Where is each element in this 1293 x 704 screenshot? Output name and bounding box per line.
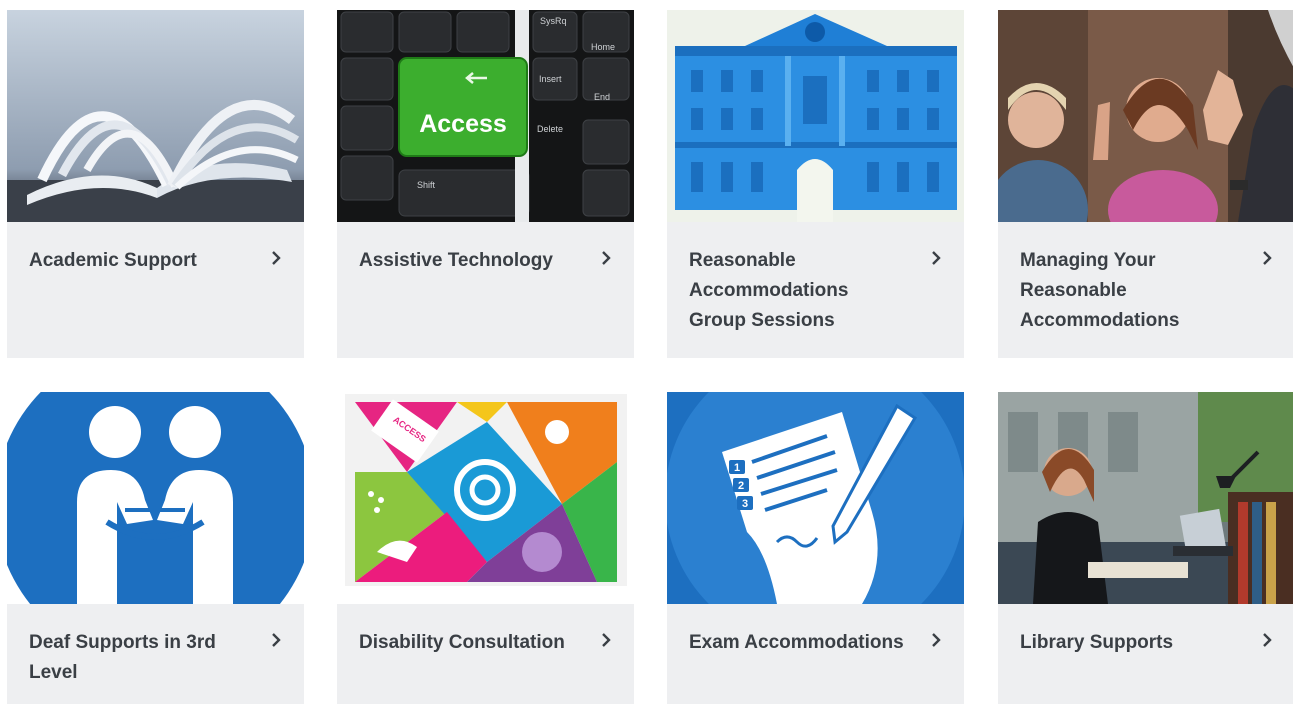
card-panel: Library Supports (998, 604, 1293, 704)
card-reasonable-accommodations-group-sessions[interactable]: Reasonable Accommodations Group Sessions (667, 10, 964, 358)
access-mosaic-illustration: ACCESS (337, 392, 634, 604)
card-assistive-technology[interactable]: Access SysRq Insert Home Delete End Shif… (337, 10, 634, 358)
delete-key-text: Delete (537, 124, 563, 134)
exam-number-1: 1 (734, 462, 740, 474)
exam-paper-illustration: 1 2 3 (667, 392, 964, 604)
shift-key-text: Shift (417, 180, 436, 190)
card-label[interactable]: Reasonable Accommodations Group Sessions (689, 246, 908, 336)
card-label[interactable]: Disability Consultation (359, 628, 578, 658)
card-panel: Assistive Technology (337, 222, 634, 358)
card-label[interactable]: Assistive Technology (359, 246, 578, 276)
chevron-right-icon[interactable] (600, 247, 614, 269)
card-panel: Exam Accommodations (667, 604, 964, 704)
home-key-text: Home (591, 42, 615, 52)
card-panel: Disability Consultation (337, 604, 634, 704)
building-image (667, 10, 964, 222)
card-label[interactable]: Managing Your Reasonable Accommodations (1020, 246, 1239, 336)
card-panel: Academic Support (7, 222, 304, 358)
card-deaf-supports[interactable]: Deaf Supports in 3rd Level (7, 392, 304, 704)
card-library-supports[interactable]: Library Supports (998, 392, 1293, 704)
card-panel: Reasonable Accommodations Group Sessions (667, 222, 964, 358)
services-grid: Academic Support Access SysRq Insert Hom… (0, 0, 1293, 704)
card-label[interactable]: Academic Support (29, 246, 248, 276)
student-library-image (998, 392, 1293, 604)
handshake-illustration (7, 392, 304, 604)
keyboard-image: Access SysRq Insert Home Delete End Shif… (337, 10, 634, 222)
sysrq-key-text: SysRq (540, 16, 567, 26)
chevron-right-icon[interactable] (1261, 629, 1275, 651)
chevron-right-icon[interactable] (1261, 247, 1275, 269)
people-conversation-image (998, 10, 1293, 222)
chevron-right-icon[interactable] (270, 629, 284, 651)
chevron-right-icon[interactable] (600, 629, 614, 651)
card-panel: Managing Your Reasonable Accommodations (998, 222, 1293, 358)
open-book-image (7, 10, 304, 222)
card-label[interactable]: Deaf Supports in 3rd Level (29, 628, 248, 688)
card-label[interactable]: Exam Accommodations (689, 628, 908, 658)
card-disability-consultation[interactable]: ACCESS Disability Consultation (337, 392, 634, 704)
chevron-right-icon[interactable] (270, 247, 284, 269)
chevron-right-icon[interactable] (930, 247, 944, 269)
insert-key-text: Insert (539, 74, 562, 84)
card-panel: Deaf Supports in 3rd Level (7, 604, 304, 704)
card-managing-your-reasonable-accommodations[interactable]: Managing Your Reasonable Accommodations (998, 10, 1293, 358)
card-exam-accommodations[interactable]: 1 2 3 Exam Accommodations (667, 392, 964, 704)
exam-number-3: 3 (742, 498, 748, 510)
card-academic-support[interactable]: Academic Support (7, 10, 304, 358)
exam-number-2: 2 (738, 480, 744, 492)
end-key-text: End (594, 92, 610, 102)
card-label[interactable]: Library Supports (1020, 628, 1239, 658)
access-key-text: Access (419, 110, 507, 138)
chevron-right-icon[interactable] (930, 629, 944, 651)
